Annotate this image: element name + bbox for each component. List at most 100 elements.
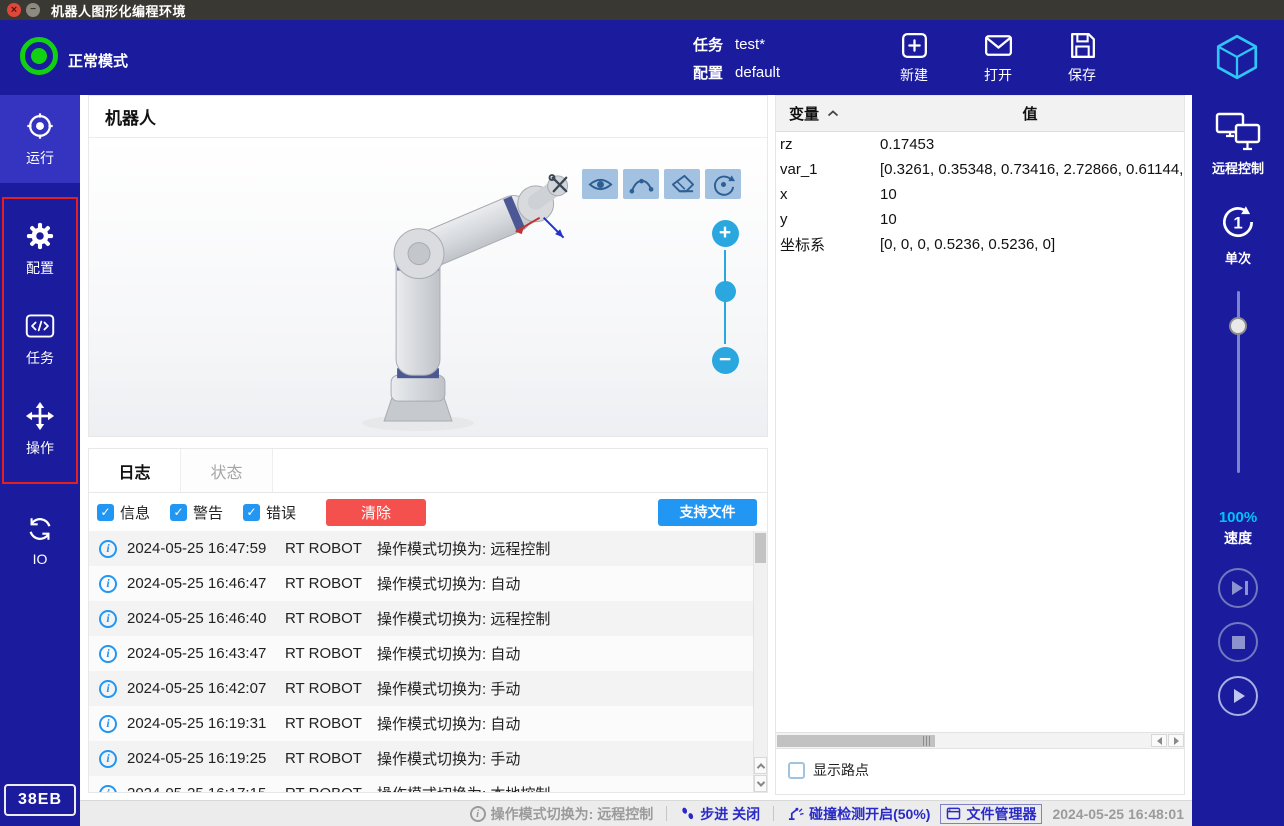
log-panel: 日志 状态 信息 警告 错误 清除 支持文件 2024-05-25 16:47:… [88,448,768,793]
chevron-up-icon [756,763,764,771]
step-mode-toggle[interactable]: 步进 关闭 [680,804,760,824]
new-button[interactable]: 新建 [884,29,944,85]
log-message: 操作模式切换为: 自动 [377,643,520,664]
open-button-label: 打开 [984,65,1012,85]
log-scrollbar[interactable] [753,531,767,792]
collision-icon [787,806,804,821]
red-highlight-box: 配置 任务 操作 [2,197,78,484]
file-manager-button[interactable]: 文件管理器 [940,804,1042,824]
scrollbar-thumb[interactable] [755,533,766,563]
show-waypoints-checkbox[interactable] [788,762,805,779]
info-circle-icon [99,575,117,593]
single-cycle-icon: 1 [1217,201,1259,243]
svg-text:1: 1 [1233,213,1242,232]
sidebar-item-label: 运行 [26,148,54,168]
io-sync-icon [25,514,55,544]
config-label: 配置 [693,62,723,83]
log-row: 2024-05-25 16:17:15RT ROBOT操作模式切换为: 本地控制 [89,776,753,792]
stop-icon [1232,636,1245,649]
zoom-in-button[interactable] [712,220,739,247]
info-circle-icon [470,806,486,822]
visibility-button[interactable] [582,169,618,199]
robot-panel: 机器人 [88,95,768,437]
minimize-button[interactable] [26,3,40,17]
close-button[interactable] [7,3,21,17]
log-time: 2024-05-25 16:17:15 [127,785,285,792]
tools-button[interactable] [541,169,577,199]
clear-log-button[interactable]: 清除 [326,499,426,526]
remote-control-icon [1214,111,1262,153]
speed-slider[interactable] [1226,291,1250,473]
scrollbar-thumb[interactable] [777,735,935,747]
tab-status[interactable]: 状态 [181,449,273,492]
separator [666,806,667,821]
variable-name: rz [776,136,876,153]
warning-checkbox[interactable] [170,504,187,521]
save-button[interactable]: 保存 [1052,29,1112,85]
info-checkbox[interactable] [97,504,114,521]
log-source: RT ROBOT [285,540,377,557]
info-circle-icon [99,645,117,663]
collision-detection-toggle[interactable]: 碰撞检测开启(50%) [787,804,930,824]
file-manager-icon [946,807,961,820]
sidebar-item-config[interactable]: 配置 [4,204,76,294]
variable-value: 10 [876,186,1184,203]
variable-name: y [776,211,876,228]
task-label: 任务 [693,34,723,55]
collapse-button[interactable] [827,110,839,117]
sidebar-item-task[interactable]: 任务 [4,294,76,384]
scroll-left-button[interactable] [1151,734,1167,747]
zoom-out-button[interactable] [712,347,739,374]
scroll-up-button[interactable] [754,757,767,774]
slider-knob[interactable] [1229,317,1247,335]
single-run-button[interactable]: 1 单次 [1217,201,1259,267]
status-datetime: 2024-05-25 16:48:01 [1052,806,1184,822]
trajectory-button[interactable] [623,169,659,199]
triangle-right-icon [1174,737,1179,745]
step-forward-button[interactable] [1218,568,1258,608]
variable-name: var_1 [776,161,876,178]
log-message: 操作模式切换为: 本地控制 [377,783,550,792]
support-files-button[interactable]: 支持文件 [658,499,757,526]
filter-error: 错误 [243,502,296,523]
sidebar-item-label: IO [33,551,48,567]
error-checkbox[interactable] [243,504,260,521]
sidebar-item-io[interactable]: IO [0,498,80,582]
erase-button[interactable] [664,169,700,199]
variable-row: x10 [776,182,1184,207]
save-button-label: 保存 [1068,65,1096,85]
scroll-down-button[interactable] [754,775,767,792]
app-logo-icon [1212,32,1262,82]
run-target-icon [25,111,55,141]
robot-3d-viewport[interactable] [89,138,767,436]
variable-name: x [776,186,876,203]
scroll-right-button[interactable] [1168,734,1184,747]
zoom-slider-track[interactable] [712,250,739,344]
sidebar-item-run[interactable]: 运行 [0,95,80,183]
zoom-slider-knob[interactable] [715,281,736,302]
log-time: 2024-05-25 16:43:47 [127,645,285,662]
open-button[interactable]: 打开 [968,29,1028,85]
horizontal-scrollbar[interactable] [776,732,1184,749]
variables-header: 变量 值 [776,96,1184,132]
remote-control-label: 远程控制 [1212,158,1264,177]
tab-log[interactable]: 日志 [89,449,181,492]
eraser-icon [669,172,696,197]
sidebar-item-operate[interactable]: 操作 [4,384,76,474]
chevron-up-icon [827,110,839,117]
stop-button[interactable] [1218,622,1258,662]
reset-view-button[interactable] [705,169,741,199]
log-source: RT ROBOT [285,645,377,662]
footsteps-icon [680,806,695,821]
log-time: 2024-05-25 16:19:25 [127,750,285,767]
show-waypoints-label: 显示路点 [813,760,869,780]
play-button[interactable] [1218,676,1258,716]
log-row: 2024-05-25 16:47:59RT ROBOT操作模式切换为: 远程控制 [89,531,753,566]
version-badge: 38EB [4,784,76,816]
remote-control-button[interactable]: 远程控制 [1212,111,1264,177]
speed-value: 100% [1219,509,1257,526]
log-row: 2024-05-25 16:42:07RT ROBOT操作模式切换为: 手动 [89,671,753,706]
gear-icon [25,221,55,251]
speed-label: 速度 [1219,528,1257,548]
play-icon [1234,689,1245,703]
